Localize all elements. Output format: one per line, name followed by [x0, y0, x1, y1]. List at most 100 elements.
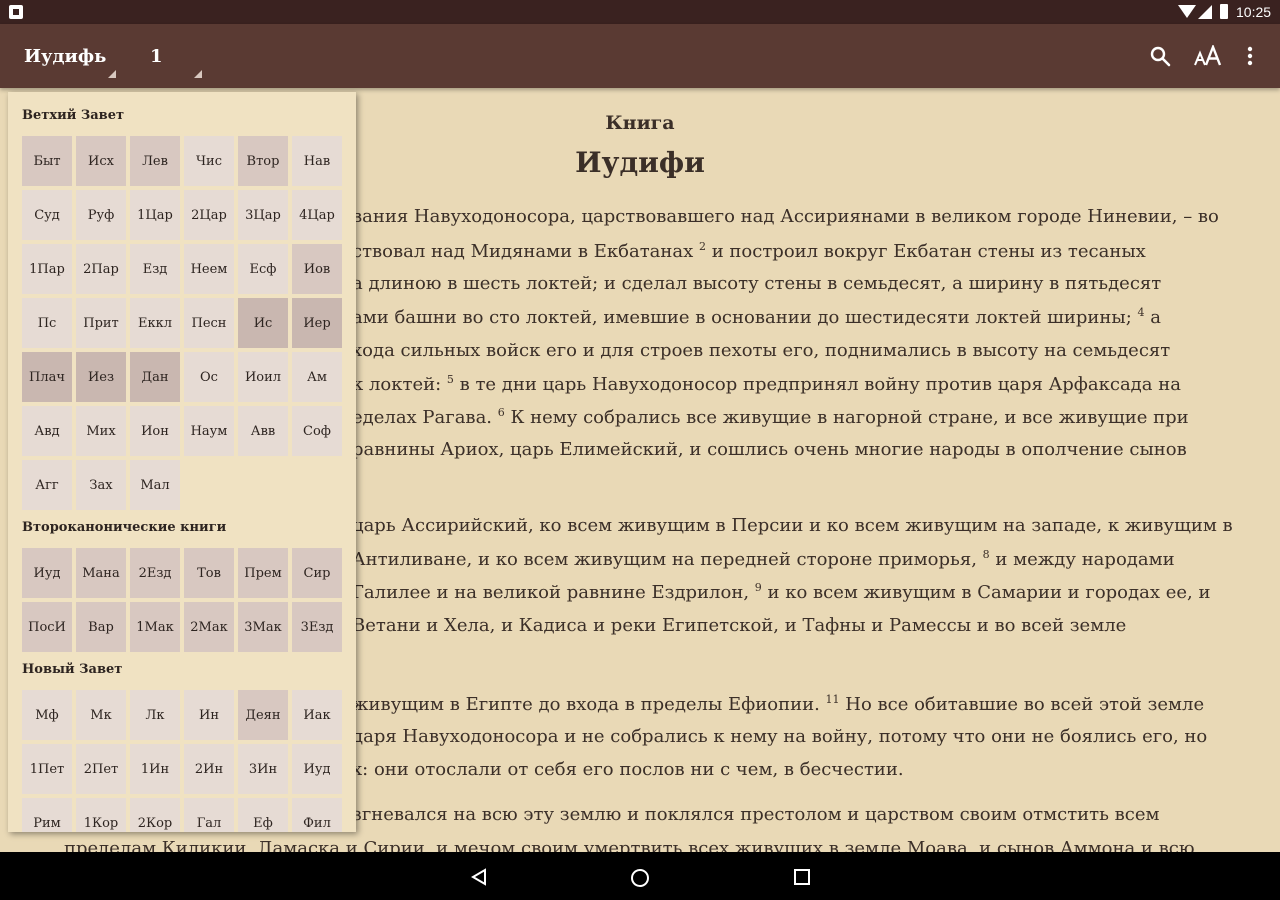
book-button[interactable]: Лев	[130, 136, 180, 186]
book-button[interactable]: 1Кор	[76, 798, 126, 832]
book-button[interactable]: Втор	[238, 136, 288, 186]
verse-line: к локтей: 5 в те дни царь Навуходоносор …	[352, 373, 1181, 395]
book-button[interactable]: Дан	[130, 352, 180, 402]
book-button[interactable]: 2Пет	[76, 744, 126, 794]
new-testament-heading: Новый Завет	[22, 662, 123, 677]
book-button[interactable]: Ам	[292, 352, 342, 402]
book-button[interactable]: Ос	[184, 352, 234, 402]
book-button[interactable]: Езд	[130, 244, 180, 294]
verse-line: царь Ассирийский, ко всем живущим в Перс…	[352, 515, 1233, 536]
book-button[interactable]: Быт	[22, 136, 72, 186]
book-button[interactable]: 2Езд	[130, 548, 180, 598]
verse-line: ствовал над Мидянами в Екбатанах 2 и пос…	[352, 240, 1146, 262]
book-button[interactable]: Нав	[292, 136, 342, 186]
book-button[interactable]: 3Цар	[238, 190, 288, 240]
book-button[interactable]: Мал	[130, 460, 180, 510]
book-button[interactable]: Чис	[184, 136, 234, 186]
book-button[interactable]: Мк	[76, 690, 126, 740]
book-button[interactable]: Лк	[130, 690, 180, 740]
book-button[interactable]: Ис	[238, 298, 288, 348]
book-button[interactable]: Руф	[76, 190, 126, 240]
book-button[interactable]: 2Мак	[184, 602, 234, 652]
book-button[interactable]: Мана	[76, 548, 126, 598]
book-button[interactable]: Мих	[76, 406, 126, 456]
book-button[interactable]: ПосИ	[22, 602, 72, 652]
back-icon[interactable]	[470, 868, 488, 886]
overflow-menu-button[interactable]	[1234, 40, 1266, 72]
book-button[interactable]: Наум	[184, 406, 234, 456]
book-button[interactable]: Авд	[22, 406, 72, 456]
book-button[interactable]: Есф	[238, 244, 288, 294]
book-button[interactable]: Зах	[76, 460, 126, 510]
book-button[interactable]: Песн	[184, 298, 234, 348]
book-button[interactable]: Вар	[76, 602, 126, 652]
verse-text-segment: в те дни царь Навуходоносор предпринял в…	[453, 374, 1181, 395]
book-button[interactable]: Иез	[76, 352, 126, 402]
book-button[interactable]: Иоил	[238, 352, 288, 402]
book-button[interactable]: 2Ин	[184, 744, 234, 794]
verse-text-segment: ами башни во сто локтей, имевшие в основ…	[352, 307, 1138, 328]
book-button[interactable]: Рим	[22, 798, 72, 832]
book-button[interactable]: 2Кор	[130, 798, 180, 832]
book-button[interactable]: Еф	[238, 798, 288, 832]
book-button[interactable]: 4Цар	[292, 190, 342, 240]
book-button[interactable]: 1Мак	[130, 602, 180, 652]
verse-number: 11	[825, 693, 840, 706]
book-button[interactable]: Ион	[130, 406, 180, 456]
book-button[interactable]: 1Пар	[22, 244, 72, 294]
book-button[interactable]: Иер	[292, 298, 342, 348]
verse-line: Ветани и Хела, и Кадиса и реки Египетско…	[352, 615, 1126, 636]
book-button[interactable]: Деян	[238, 690, 288, 740]
book-button[interactable]: Пс	[22, 298, 72, 348]
book-button[interactable]: Плач	[22, 352, 72, 402]
text-size-button[interactable]	[1192, 40, 1224, 72]
book-button[interactable]: Ин	[184, 690, 234, 740]
book-button[interactable]: Сир	[292, 548, 342, 598]
verse-text-segment: а длиною в шесть локтей; и сделал высоту…	[352, 273, 1162, 294]
recents-icon[interactable]	[793, 868, 811, 886]
book-button[interactable]: Авв	[238, 406, 288, 456]
old-testament-heading: Ветхий Завет	[22, 108, 125, 123]
book-button[interactable]: Фил	[292, 798, 342, 832]
book-button[interactable]: 3Ин	[238, 744, 288, 794]
verse-text-segment: и ко всем живущим в Самарии и городах ее…	[761, 582, 1211, 603]
text-size-icon	[1194, 45, 1222, 66]
verse-line: вания Навуходоносора, царствовавшего над…	[352, 206, 1219, 227]
book-button[interactable]: Исх	[76, 136, 126, 186]
home-icon[interactable]	[630, 868, 650, 888]
book-button[interactable]: Иак	[292, 690, 342, 740]
book-button[interactable]: Соф	[292, 406, 342, 456]
book-button[interactable]: Тов	[184, 548, 234, 598]
book-button[interactable]: Иов	[292, 244, 342, 294]
verse-line: пределам Киликии, Дамаска и Сирии, и меч…	[64, 838, 1195, 852]
book-button[interactable]: 1Цар	[130, 190, 180, 240]
book-button[interactable]: 2Цар	[184, 190, 234, 240]
book-button[interactable]: Прит	[76, 298, 126, 348]
verse-text-segment: и между народами	[989, 549, 1175, 570]
book-button[interactable]: 3Езд	[292, 602, 342, 652]
book-button[interactable]: Неем	[184, 244, 234, 294]
book-button[interactable]: 2Пар	[76, 244, 126, 294]
book-button[interactable]: Суд	[22, 190, 72, 240]
book-button[interactable]: 1Пет	[22, 744, 72, 794]
book-button[interactable]: Еккл	[130, 298, 180, 348]
verse-text-segment: хода сильных войск его и для строев пехо…	[352, 340, 1171, 361]
book-selector-label: Иудифь	[24, 45, 107, 67]
verse-number: 5	[446, 373, 454, 386]
book-button[interactable]: Гал	[184, 798, 234, 832]
book-button[interactable]: Агг	[22, 460, 72, 510]
book-selector[interactable]: Иудифь	[24, 24, 116, 88]
chapter-selector[interactable]: 1	[150, 24, 202, 88]
book-button[interactable]: 1Ин	[130, 744, 180, 794]
book-button[interactable]: Мф	[22, 690, 72, 740]
verse-text-segment: Ветани и Хела, и Кадиса и реки Египетско…	[352, 615, 1127, 636]
book-button[interactable]: Иуд	[22, 548, 72, 598]
search-button[interactable]	[1144, 40, 1176, 72]
new-testament-grid: Мф Мк Лк Ин Деян Иак 1Пет 2Пет 1Ин 2Ин 3Ин Иуд Рим 1К…	[22, 690, 342, 832]
book-button[interactable]: Иуд	[292, 744, 342, 794]
verse-number: 2	[698, 240, 706, 253]
more-vert-icon	[1247, 46, 1253, 66]
verse-text-segment: и построил вокруг Екбатан стены из тесан…	[705, 241, 1146, 262]
book-button[interactable]: 3Мак	[238, 602, 288, 652]
book-button[interactable]: Прем	[238, 548, 288, 598]
